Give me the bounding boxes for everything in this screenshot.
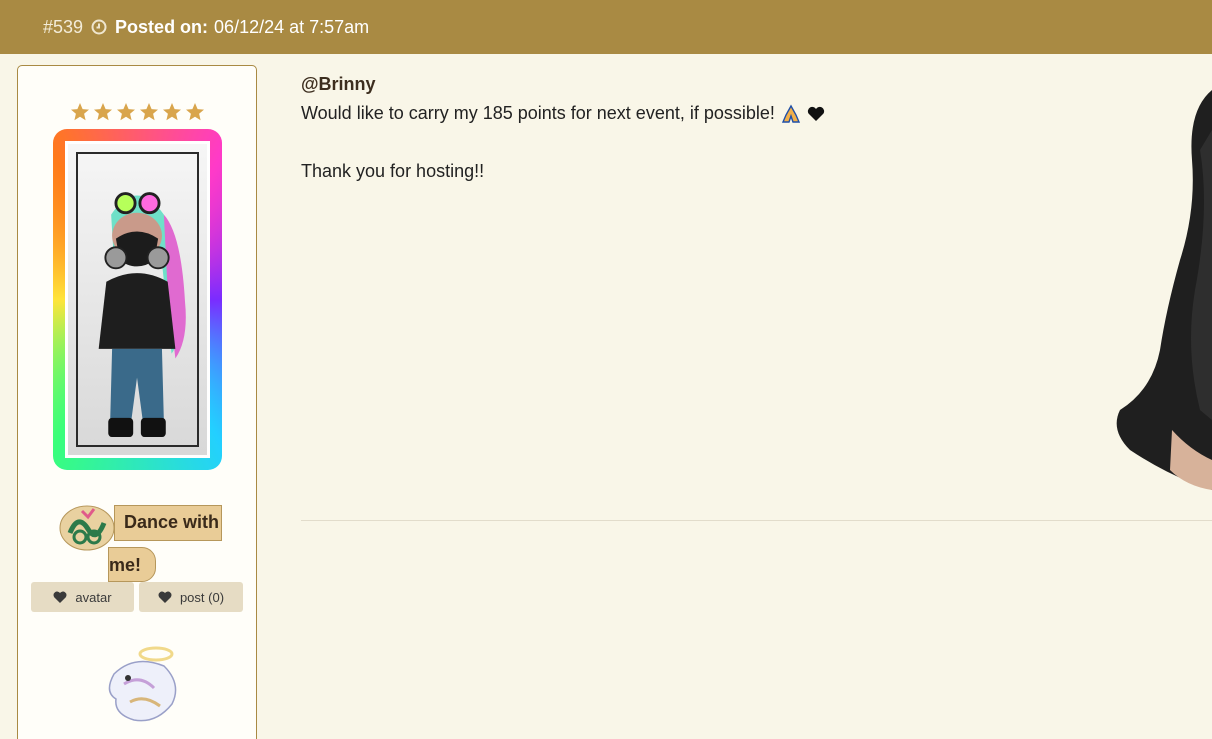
post-message-line: Would like to carry my 185 points for ne… [301, 99, 825, 128]
user-avatar[interactable] [53, 129, 222, 470]
post-content: @Brinny Would like to carry my 185 point… [301, 70, 825, 186]
like-avatar-button[interactable]: avatar [31, 582, 134, 612]
dance-badge[interactable]: Dance with me! [58, 503, 228, 589]
star-icon [117, 103, 135, 121]
post-number[interactable]: #539 [43, 17, 83, 38]
praying-hands-icon [781, 104, 800, 123]
decorative-character-icon [1116, 90, 1212, 490]
dance-badge-icon [59, 505, 115, 551]
mention-link[interactable]: @Brinny [301, 70, 825, 99]
heart-icon [53, 591, 67, 603]
rating-stars [70, 102, 205, 122]
avatar-character-icon [98, 192, 186, 438]
star-icon [94, 103, 112, 121]
post-thanks-line: Thank you for hosting!! [301, 161, 485, 181]
like-avatar-label: avatar [75, 589, 112, 605]
clock-icon [91, 19, 107, 35]
badge-label-line1: Dance with [124, 512, 220, 532]
posted-date: 06/12/24 at 7:57am [214, 16, 370, 37]
angel-pet-icon[interactable] [94, 644, 184, 726]
heart-icon [158, 591, 172, 603]
star-icon [163, 103, 181, 121]
posted-on-label: Posted on: [115, 16, 209, 37]
black-heart-icon [807, 107, 825, 122]
like-post-button[interactable]: post (0) [139, 582, 243, 612]
post-message-text: Would like to carry my 185 points for ne… [301, 103, 775, 123]
badge-label-line2: me! [109, 555, 142, 575]
star-icon [140, 103, 158, 121]
post-divider [301, 520, 1212, 521]
post-header: #539 Posted on: 06/12/24 at 7:57am [0, 0, 1212, 54]
avatar-backdrop [65, 141, 210, 458]
user-card: Dance with me! avatar post (0) [17, 65, 257, 739]
star-icon [186, 103, 204, 121]
like-post-label: post (0) [179, 589, 225, 605]
star-icon [71, 103, 89, 121]
